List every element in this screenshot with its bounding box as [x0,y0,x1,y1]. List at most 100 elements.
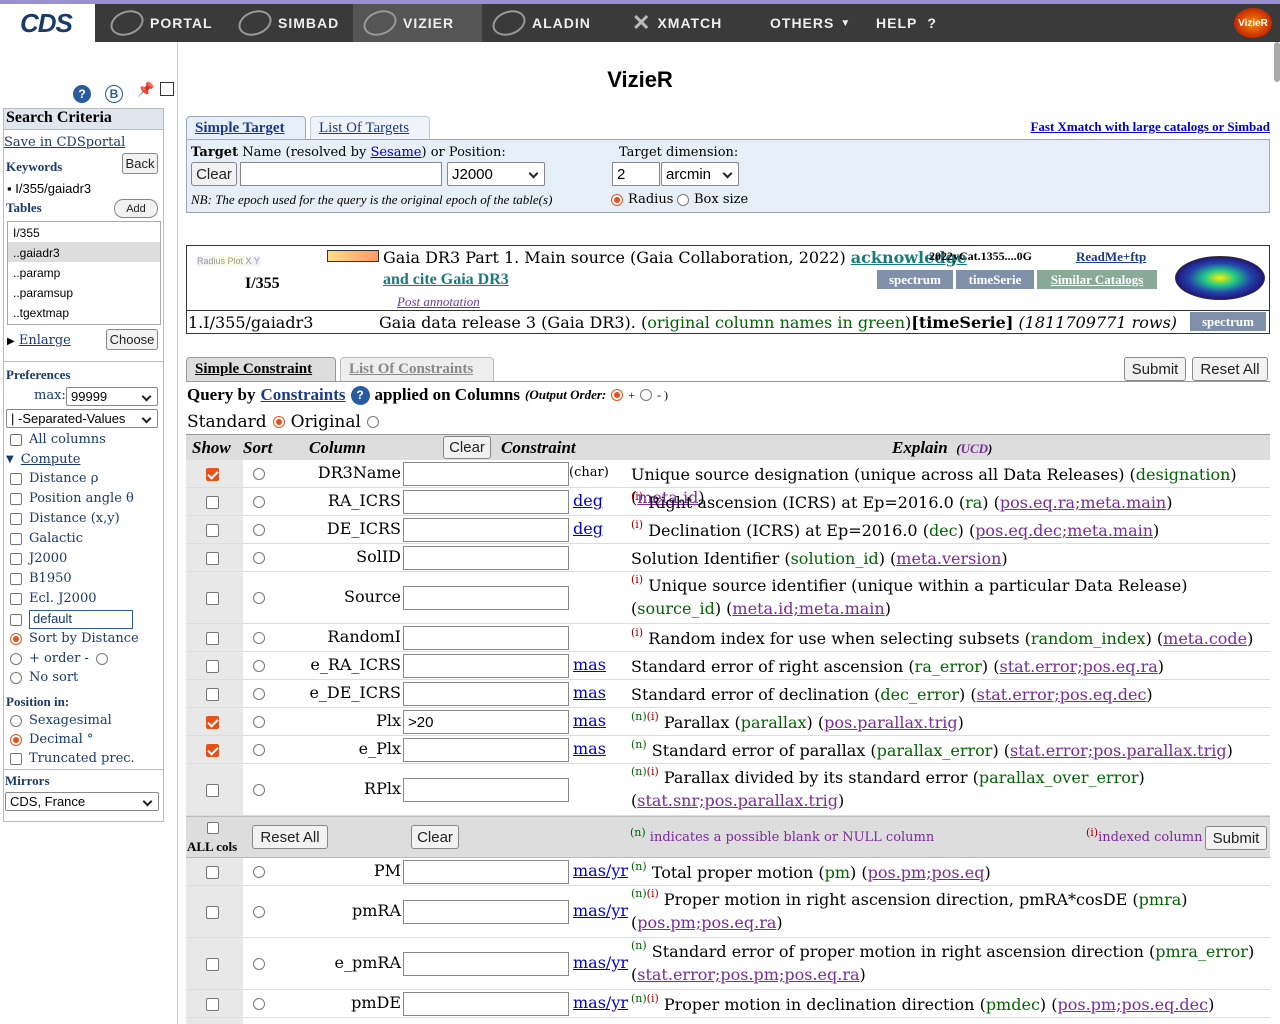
bookmark-icon[interactable]: B [105,85,123,103]
compute-checkbox[interactable] [10,532,22,545]
position-decimal[interactable]: Decimal ° [10,732,93,747]
enlarge-toggle[interactable]: ▶ Enlarge [7,333,71,348]
spectrum-button-2[interactable]: spectrum [1190,312,1266,331]
ucd-link[interactable]: pos.eq.ra;meta.main [1000,493,1166,512]
box-size-radio[interactable] [677,193,689,206]
show-checkbox[interactable] [206,998,219,1011]
order-radio[interactable] [10,652,22,665]
sort-radio[interactable] [253,958,265,970]
sort-radio[interactable] [253,998,265,1010]
standard-radio[interactable] [272,416,285,428]
show-checkbox[interactable] [206,866,219,879]
show-checkbox[interactable] [206,496,219,509]
nav-simbad[interactable]: SIMBAD [228,4,353,42]
pin-icon[interactable]: 📌 [137,82,154,98]
output-order-plus-radio[interactable] [611,389,624,401]
fast-xmatch-link[interactable]: Fast Xmatch with large catalogs or Simba… [1030,119,1270,135]
sort-radio[interactable] [253,866,265,878]
compute-position-angle[interactable]: Position angle θ [10,491,134,506]
cds-logo[interactable]: CDS [0,4,95,42]
epoch-select[interactable]: J2000 [447,162,545,186]
target-clear-button[interactable]: Clear [191,162,237,186]
ucd-link[interactable]: pos.pm;pos.eq.ra [637,913,776,932]
back-button[interactable]: Back [122,153,158,174]
compute-b1950[interactable]: B1950 [10,571,72,586]
order-minus-radio[interactable] [95,652,108,665]
show-checkbox[interactable] [206,716,219,729]
compute-checkbox[interactable] [10,492,22,505]
sexagesimal-radio[interactable] [10,714,22,727]
submit-button[interactable]: Submit [1124,357,1186,381]
post-annotation-link[interactable]: Post annotation [397,294,480,310]
compute-checkbox[interactable] [10,592,22,605]
constraint-input[interactable] [403,518,569,542]
all-columns-checkbox[interactable] [10,433,22,446]
constraint-input[interactable] [403,900,569,924]
sort-radio[interactable] [253,784,265,796]
show-checkbox[interactable] [206,552,219,565]
ucd-link[interactable]: stat.error;pos.pm;pos.eq.ra [637,965,859,984]
show-checkbox[interactable] [206,958,219,971]
tab-simple-target[interactable]: Simple Target [186,116,306,140]
unit-link[interactable]: deg [573,491,603,510]
sort-radio[interactable] [253,552,265,564]
ucd-link[interactable]: pos.parallax.trig [824,713,957,732]
sort-radio[interactable] [253,592,265,604]
constraint-input[interactable] [403,626,569,650]
table-list-item[interactable]: ..paramsup [8,282,160,302]
radius-option[interactable]: Radius [611,192,673,207]
reset-all-button[interactable]: Reset All [1192,357,1268,381]
show-checkbox[interactable] [206,744,219,757]
nav-others[interactable]: OTHERS ▼ [760,4,860,42]
unit-link[interactable]: mas/yr [573,901,628,920]
enlarge-link[interactable]: Enlarge [19,333,71,348]
cite-gaia-link[interactable]: and cite Gaia DR3 [383,271,509,289]
compute-checkbox[interactable] [10,572,22,585]
unit-link[interactable]: mas [573,655,606,674]
table-list-item[interactable]: I/355 [8,222,160,242]
all-columns-option[interactable]: All columns [10,432,106,447]
compute-checkbox[interactable] [10,472,22,485]
target-input[interactable] [240,162,442,186]
sort-by-distance-option[interactable]: Sort by Distance [10,631,139,646]
constraint-input[interactable]: >20 [403,710,569,734]
unit-link[interactable]: mas/yr [573,861,628,880]
custom-compute-checkbox[interactable] [10,613,22,626]
tab-simple-constraint[interactable]: Simple Constraint [186,357,336,381]
constraint-input[interactable] [403,490,569,514]
sort-distance-radio[interactable] [10,632,22,645]
constraint-input[interactable] [403,738,569,762]
custom-compute-input[interactable]: default [29,610,133,629]
unit-link[interactable]: mas [573,739,606,758]
ucd-link[interactable]: meta.version [896,549,1001,568]
submit-button-2[interactable]: Submit [1205,826,1267,850]
sort-radio[interactable] [253,906,265,918]
similar-catalogs-button[interactable]: Similar Catalogs [1037,270,1157,289]
truncated-checkbox[interactable] [10,752,22,765]
ucd-link[interactable]: stat.error;pos.eq.ra [999,657,1157,676]
show-checkbox[interactable] [206,660,219,673]
save-in-cdsportal-link[interactable]: Save in CDSportal [4,135,125,150]
compute-distance[interactable]: Distance ρ [10,471,98,486]
constraint-input[interactable] [403,682,569,706]
sesame-link[interactable]: Sesame [370,145,421,160]
tables-list[interactable]: I/355 ..gaiadr3 ..paramp ..paramsup ..tg… [7,221,161,325]
table-list-item-selected[interactable]: ..gaiadr3 [8,242,160,262]
table-list-item[interactable]: ..paramp [8,262,160,282]
unit-link[interactable]: mas [573,683,606,702]
decimal-radio[interactable] [10,733,22,746]
no-sort-option[interactable]: No sort [10,670,78,685]
compute-checkbox[interactable] [10,512,22,525]
ucd-link[interactable]: stat.snr;pos.parallax.trig [637,791,838,810]
ucd-link[interactable]: meta.code [1163,629,1247,648]
show-checkbox[interactable] [206,906,219,919]
show-checkbox[interactable] [206,468,219,481]
sort-radio[interactable] [253,632,265,644]
ucd-link[interactable]: meta.id;meta.main [732,599,884,618]
show-checkbox[interactable] [206,632,219,645]
sort-radio[interactable] [253,660,265,672]
output-format-select[interactable]: | -Separated-Values [6,409,158,428]
original-radio[interactable] [366,416,379,428]
compute-checkbox[interactable] [10,552,22,565]
no-sort-radio[interactable] [10,671,22,684]
